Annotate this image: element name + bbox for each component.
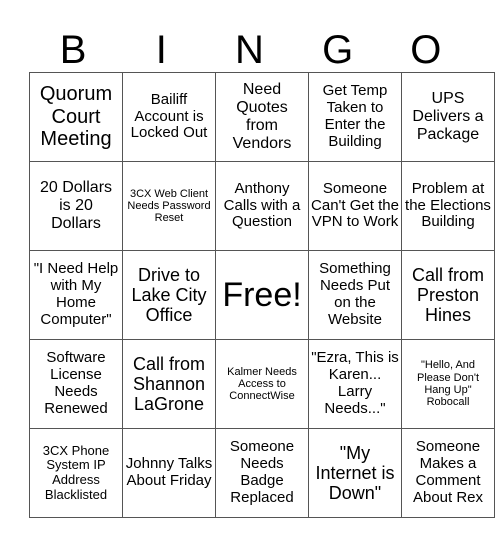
bingo-cell[interactable]: Someone Can't Get the VPN to Work [308, 161, 402, 251]
bingo-cell[interactable]: 3CX Phone System IP Address Blacklisted [29, 428, 123, 518]
bingo-cell[interactable]: Drive to Lake City Office [122, 250, 216, 340]
bingo-cell[interactable]: "I Need Help with My Home Computer" [29, 250, 123, 340]
bingo-cell[interactable]: "Hello, And Please Don't Hang Up" Roboca… [401, 339, 495, 429]
bingo-cell[interactable]: "My Internet is Down" [308, 428, 402, 518]
bingo-row: Software License Needs Renewed Call from… [29, 339, 495, 429]
bingo-row: 3CX Phone System IP Address Blacklisted … [29, 428, 495, 518]
bingo-card-grid: Quorum Court Meeting Bailiff Account is … [29, 72, 495, 518]
bingo-cell[interactable]: Quorum Court Meeting [29, 72, 123, 162]
bingo-cell[interactable]: Get Temp Taken to Enter the Building [308, 72, 402, 162]
header-letter-o: O [410, 28, 442, 72]
bingo-row: 20 Dollars is 20 Dollars 3CX Web Client … [29, 161, 495, 251]
bingo-cell[interactable]: Call from Preston Hines [401, 250, 495, 340]
header-letter-g: G [322, 28, 354, 72]
bingo-cell[interactable]: Kalmer Needs Access to ConnectWise [215, 339, 309, 429]
bingo-cell[interactable]: Someone Needs Badge Replaced [215, 428, 309, 518]
bingo-cell[interactable]: Something Needs Put on the Website [308, 250, 402, 340]
header-letter-b: B [59, 28, 87, 72]
free-space-cell[interactable]: Free! [215, 250, 309, 340]
bingo-cell[interactable]: Bailiff Account is Locked Out [122, 72, 216, 162]
bingo-cell[interactable]: Anthony Calls with a Question [215, 161, 309, 251]
bingo-cell[interactable]: Someone Makes a Comment About Rex [401, 428, 495, 518]
bingo-cell[interactable]: 20 Dollars is 20 Dollars [29, 161, 123, 251]
bingo-cell[interactable]: 3CX Web Client Needs Password Reset [122, 161, 216, 251]
bingo-row: Quorum Court Meeting Bailiff Account is … [29, 72, 495, 162]
bingo-cell[interactable]: Need Quotes from Vendors [215, 72, 309, 162]
bingo-header: B I N G O [29, 0, 470, 72]
bingo-row: "I Need Help with My Home Computer" Driv… [29, 250, 495, 340]
bingo-cell[interactable]: Problem at the Elections Building [401, 161, 495, 251]
bingo-cell[interactable]: Call from Shannon LaGrone [122, 339, 216, 429]
bingo-cell[interactable]: Software License Needs Renewed [29, 339, 123, 429]
header-letter-i: I [155, 28, 167, 72]
bingo-cell[interactable]: UPS Delivers a Package [401, 72, 495, 162]
bingo-cell[interactable]: "Ezra, This is Karen... Larry Needs..." [308, 339, 402, 429]
header-letter-n: N [235, 28, 264, 72]
bingo-cell[interactable]: Johnny Talks About Friday [122, 428, 216, 518]
